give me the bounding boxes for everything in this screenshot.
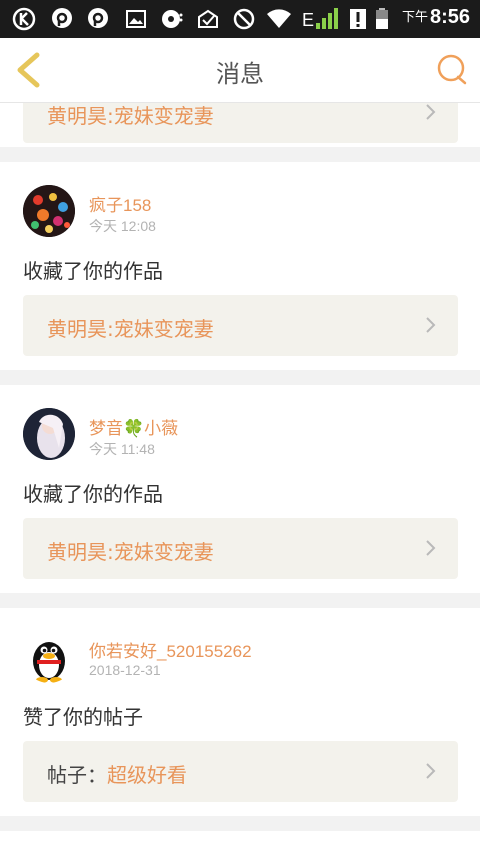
avatar[interactable]	[23, 631, 75, 683]
reference-text: 帖子：超级好看	[47, 759, 187, 788]
chevron-right-icon	[426, 104, 436, 120]
list-item: 黄明昊:宠妹变宠妻	[0, 102, 480, 147]
reference-title: 黄明昊:宠妹变宠妻	[47, 540, 214, 564]
avatar[interactable]	[23, 185, 75, 237]
qq-penguin-icon	[33, 642, 65, 683]
chevron-right-icon	[426, 763, 436, 779]
message-action-text: 赞了你的帖子	[23, 705, 143, 729]
network-type-label: E	[302, 10, 315, 30]
message-time: 今天 12:08	[89, 218, 156, 234]
message-time: 2018-12-31	[89, 662, 161, 678]
signal-off-icon	[198, 9, 218, 28]
alert-icon	[350, 9, 366, 29]
work-reference-link[interactable]: 黄明昊:宠妹变宠妻	[23, 295, 458, 356]
reference-title: 黄明昊:宠妹变宠妻	[47, 104, 214, 128]
cell-signal-icon	[316, 8, 338, 29]
reference-label: 帖子：	[47, 763, 107, 787]
wifi-icon	[267, 9, 291, 28]
message-list[interactable]: 黄明昊:宠妹变宠妻 疯子158 今天 12:08 收藏了你的作品 黄明昊:宠妹变…	[0, 102, 480, 854]
reference-title: 黄明昊:宠妹变宠妻	[47, 317, 214, 341]
message-action-text: 收藏了你的作品	[23, 259, 163, 283]
search-button[interactable]	[436, 54, 468, 86]
username-link[interactable]: 疯子158	[89, 191, 151, 216]
message-action-text: 收藏了你的作品	[23, 482, 163, 506]
app-header: 消息	[0, 38, 480, 103]
page-title: 消息	[216, 60, 264, 88]
battery-icon	[376, 8, 388, 29]
chat-bubble-icon	[52, 8, 72, 28]
list-item: 你若安好_520155262 2018-12-31 赞了你的帖子 帖子：超级好看	[0, 608, 480, 816]
work-reference-link[interactable]: 黄明昊:宠妹变宠妻	[23, 102, 458, 143]
clock: 下午 8:56	[401, 6, 470, 28]
chat-bubble-icon	[88, 8, 108, 28]
chevron-right-icon	[426, 317, 436, 333]
image-icon	[126, 10, 146, 28]
list-item: 梦音🍀小薇 今天 11:48 收藏了你的作品 黄明昊:宠妹变宠妻	[0, 385, 480, 593]
username-link[interactable]: 梦音🍀小薇	[89, 414, 178, 439]
username-link[interactable]: 你若安好_520155262	[89, 637, 252, 662]
work-reference-link[interactable]: 黄明昊:宠妹变宠妻	[23, 518, 458, 579]
chevron-right-icon	[426, 540, 436, 556]
k-app-icon	[12, 7, 36, 31]
post-reference-link[interactable]: 帖子：超级好看	[23, 741, 458, 802]
message-time: 今天 11:48	[89, 441, 155, 457]
list-item: 疯子158 今天 12:08 收藏了你的作品 黄明昊:宠妹变宠妻	[0, 162, 480, 370]
block-icon	[233, 8, 255, 30]
media-icon	[162, 10, 183, 28]
reference-title: 超级好看	[107, 763, 187, 787]
avatar[interactable]	[23, 408, 75, 460]
list-item	[0, 831, 480, 854]
search-icon	[437, 54, 467, 85]
status-bar: E 下午 8:56	[0, 0, 480, 38]
